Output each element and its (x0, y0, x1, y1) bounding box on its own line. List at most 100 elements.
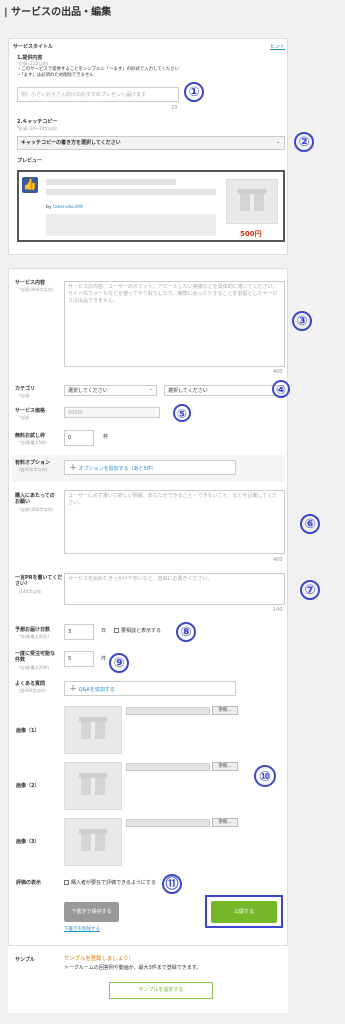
offer-req: *必須 (25字以内) (17, 61, 49, 66)
delivery-input[interactable]: 3 (64, 624, 94, 640)
pr-label: 一言PRを書いてください！ (15, 575, 63, 588)
max-orders-req: *必須(最大20件) (19, 665, 50, 670)
thumbs-up-icon: 👍 (22, 177, 38, 193)
preview-price: 500円 (240, 230, 262, 238)
purchase-note-textarea[interactable]: ユーザーに必ず書いて欲しい情報、あなたができること・できないこと、などを記載して… (64, 490, 285, 554)
pr-counter: 140 (273, 607, 283, 613)
preview-label: プレビュー (17, 158, 43, 164)
faq-req: (各400字以内) (19, 688, 46, 693)
image-3-label: 画像（3） (16, 839, 40, 845)
image-2-thumbnail (64, 762, 122, 810)
image-1-file-field[interactable] (126, 707, 210, 715)
catch-select[interactable]: キャッチコピーの書き方を選択してください ⌄ (17, 136, 285, 150)
marker-6: ⑥ (300, 514, 320, 534)
category-select-2[interactable]: 選択してください ⌄ (164, 385, 284, 396)
rating-label: 評価の表示 (16, 880, 42, 886)
faq-label: よくある質問 (15, 681, 46, 687)
gift-icon (238, 188, 266, 211)
pr-textarea[interactable]: サービスを始めたきっかけや想いなど、自由にお書きください。 (64, 573, 285, 605)
category-req: *必須 (19, 393, 29, 398)
catch-label: 2.キャッチコピー (17, 119, 58, 125)
trial-input[interactable]: 0 (64, 430, 94, 446)
marker-1: ① (184, 82, 204, 102)
marker-3: ③ (292, 311, 312, 331)
trial-req: *必須(最大5枠) (19, 440, 47, 445)
preview-user[interactable]: takenoko399 (53, 205, 83, 210)
page-title: | サービスの出品・編集 (4, 7, 112, 18)
chevron-down-icon: ⌄ (148, 386, 153, 392)
desc-counter: 400 (273, 369, 283, 375)
offer-counter: 23 (171, 105, 178, 111)
chevron-down-icon: ⌄ (275, 139, 280, 145)
marker-9: ⑨ (109, 653, 129, 673)
delivery-req: *必須(最大30日) (19, 634, 50, 639)
category-select-1-value: 選択してください (68, 388, 108, 394)
save-draft-button[interactable]: 下書きで保存する (64, 902, 119, 922)
offer-input[interactable]: 例）小さいお子さん向けのおすすめプレゼント届けます (17, 87, 179, 102)
consult-checkbox[interactable] (114, 628, 119, 633)
delivery-label: 予想お届け日数 (15, 627, 51, 633)
delivery-unit: 日 (101, 628, 107, 634)
image-3-browse-button[interactable]: 参照... (212, 818, 238, 827)
marker-4: ④ (272, 380, 290, 398)
plus-icon: ＋ (69, 463, 77, 472)
desc-label: サービス内容 (15, 280, 46, 286)
sample-heading: サンプルを登録しましょう！ (64, 956, 134, 962)
price-req: *必須 (19, 415, 29, 420)
marker-8: ⑧ (176, 622, 196, 642)
catch-select-value: キャッチコピーの書き方を選択してください (21, 140, 121, 146)
preview-catch-bar (46, 189, 216, 195)
trial-label: 無料お試し枠 (15, 433, 46, 439)
rating-checkbox-label: 購入者が要在で評価できるようにする (71, 880, 156, 886)
option-label: 有料オプション (15, 460, 51, 466)
marker-5: ⑤ (173, 404, 191, 422)
trial-unit: 枠 (103, 434, 109, 440)
gift-icon (79, 717, 107, 739)
plus-icon: ＋ (69, 684, 77, 693)
rating-checkbox[interactable] (64, 880, 69, 885)
purchase-note-label: 購入にあたってのお願い (15, 493, 55, 506)
desc-req: *必須 (400字以内) (19, 287, 54, 292)
sample-label: サンプル (15, 957, 35, 963)
catch-req: *必須 (10～30字以内) (17, 126, 58, 131)
preview-thumbnail (226, 179, 278, 224)
image-1-label: 画像（1） (16, 728, 40, 734)
category-select-2-value: 選択してください (168, 388, 208, 394)
add-faq-button-label: Q&Aを追加する (78, 687, 115, 693)
price-input[interactable]: 500円 (64, 407, 160, 418)
sample-text: トークルームの回答例や動画が、最大3件まで登録できます。 (64, 965, 202, 971)
delete-draft-link[interactable]: 下書きを削除する (64, 927, 100, 933)
max-orders-label: 一度に受注可能な件数 (15, 651, 56, 664)
marker-10: ⑩ (254, 765, 276, 787)
sample-card (8, 945, 288, 1013)
marker-7: ⑦ (300, 580, 320, 600)
max-orders-input[interactable]: 5 (64, 651, 94, 667)
image-2-file-field[interactable] (126, 763, 210, 771)
sample-settings-button[interactable]: サンプルを設定する (109, 982, 213, 999)
price-label: サービス価格 (15, 408, 46, 414)
image-2-browse-button[interactable]: 参照... (212, 762, 238, 771)
category-select-1[interactable]: 選択してください ⌄ (64, 385, 157, 396)
hint-link[interactable]: ヒント (270, 44, 285, 50)
add-option-button[interactable]: ＋ オプションを追加する（あと5件） (64, 460, 236, 475)
image-2-label: 画像（2） (16, 783, 40, 789)
publish-button[interactable]: 公開する (211, 901, 277, 923)
preview-desc-bar (46, 214, 216, 236)
preview-title-bar (46, 179, 176, 185)
offer-note-2: ・「ます」は必須のため削除できません (17, 73, 94, 78)
image-3-file-field[interactable] (126, 819, 210, 827)
desc-textarea[interactable]: サービスの内容、ユーザーのメリット、アピールしたい実績などを具体的に書いてくださ… (64, 281, 285, 367)
marker-2: ② (294, 132, 314, 152)
add-faq-button[interactable]: ＋ Q&Aを追加する (64, 681, 236, 696)
image-3-thumbnail (64, 818, 122, 866)
offer-note-1: ・このサービスで提供することをシンプルに「～ます」の形式で入力してください (17, 67, 180, 72)
purchase-note-counter: 400 (273, 557, 283, 563)
option-req: (各40文字以内) (19, 467, 48, 472)
marker-11: ⑪ (162, 874, 182, 894)
max-orders-unit: 件 (101, 656, 107, 662)
add-option-button-label: オプションを追加する（あと5件） (78, 466, 157, 472)
gift-icon (79, 773, 107, 795)
image-1-browse-button[interactable]: 参照... (212, 706, 238, 715)
consult-checkbox-label: 要相談と表示する (121, 628, 162, 634)
purchase-note-req: *必須 (400字以内) (19, 507, 54, 512)
